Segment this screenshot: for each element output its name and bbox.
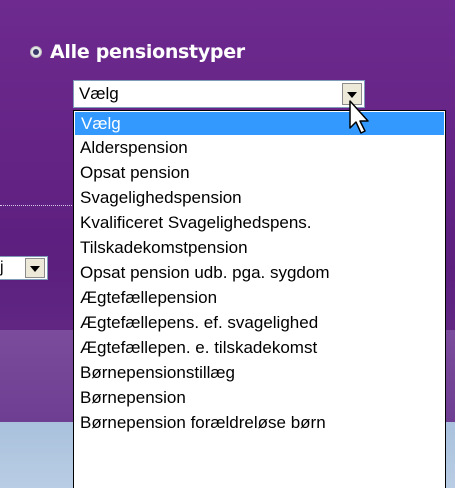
pension-type-dropdown-list[interactable]: Vælg Alderspension Opsat pension Svageli…	[73, 110, 446, 488]
dropdown-option[interactable]: Ægtefællepen. e. tilskadekomst	[74, 335, 445, 360]
dropdown-arrow-icon[interactable]	[25, 258, 45, 278]
dropdown-option[interactable]: Svagelighedspension	[74, 185, 445, 210]
divider	[0, 205, 78, 206]
dropdown-option[interactable]: Tilskadekomstpension	[74, 235, 445, 260]
dropdown-option[interactable]: Børnepension	[74, 385, 445, 410]
select-value: Vælg	[79, 84, 119, 103]
secondary-select[interactable]: j	[0, 256, 48, 280]
page-edge	[455, 0, 470, 488]
radio-selected-icon[interactable]	[30, 46, 42, 58]
radio-label: Alle pensionstyper	[50, 41, 245, 63]
dropdown-option[interactable]: Kvalificeret Svagelighedspens.	[74, 210, 445, 235]
secondary-select-value: j	[0, 259, 4, 276]
pension-type-select[interactable]: Vælg	[73, 80, 365, 108]
pension-type-radio[interactable]: Alle pensionstyper	[30, 40, 245, 64]
dropdown-option[interactable]: Ægtefællepens. ef. svagelighed	[74, 310, 445, 335]
dropdown-option[interactable]: Alderspension	[74, 135, 445, 160]
dropdown-option[interactable]: Børnepensionstillæg	[74, 360, 445, 385]
dropdown-option[interactable]: Vælg	[75, 112, 444, 135]
dropdown-option[interactable]: Opsat pension udb. pga. sygdom	[74, 260, 445, 285]
mouse-pointer-icon	[349, 100, 369, 134]
dropdown-option[interactable]: Ægtefællepension	[74, 285, 445, 310]
dropdown-option[interactable]: Børnepension forældreløse børn	[74, 410, 445, 435]
dropdown-option[interactable]: Opsat pension	[74, 160, 445, 185]
